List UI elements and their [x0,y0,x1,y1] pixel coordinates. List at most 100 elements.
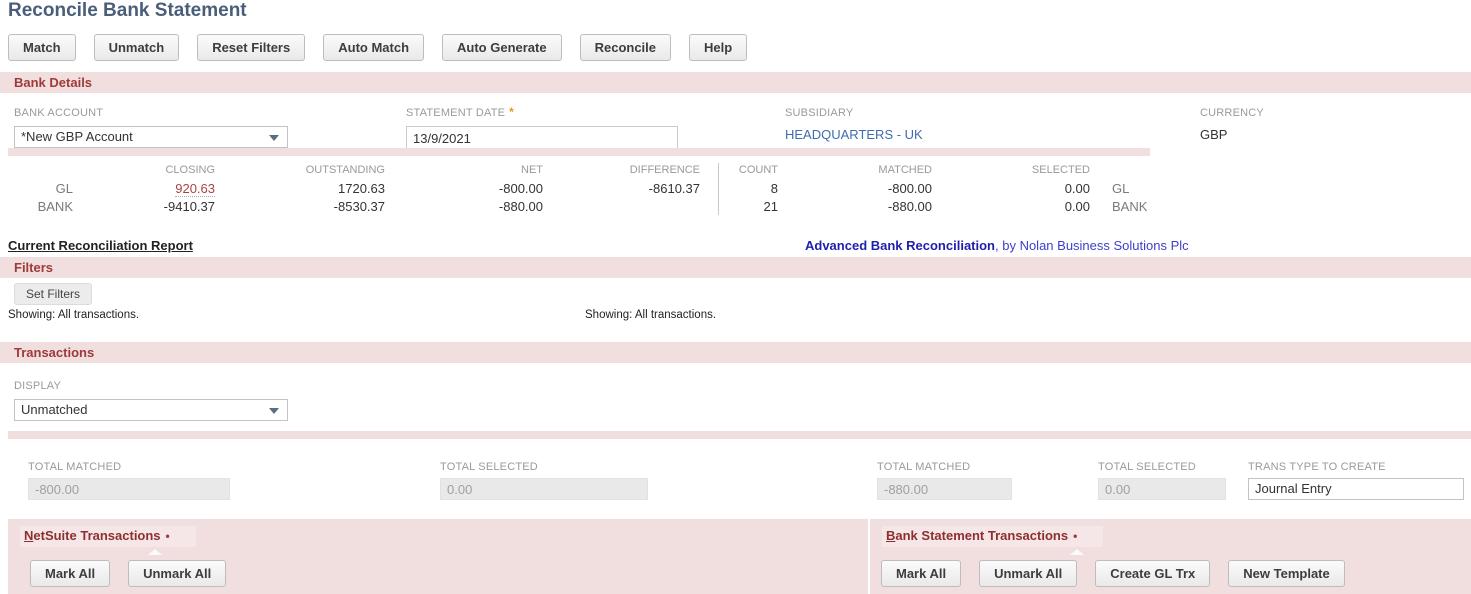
bank-mark-all-button[interactable]: Mark All [881,560,961,587]
advanced-bank-reconciliation-link[interactable]: Advanced Bank Reconciliation [805,238,995,253]
display-select[interactable]: Unmatched [14,399,288,421]
bank-account-value: *New GBP Account [21,129,133,144]
product-credit-suffix: , by Nolan Business Solutions Plc [995,238,1189,253]
unmatch-button[interactable]: Unmatch [94,34,180,61]
bank-total-matched-label: TOTAL MATCHED [877,461,1012,473]
netsuite-mark-all-button[interactable]: Mark All [30,560,110,587]
chevron-down-icon [269,408,279,414]
netsuite-total-matched-field: TOTAL MATCHED [28,461,230,500]
gl-closing-link[interactable]: 920.63 [175,181,215,197]
bank-statement-transactions-title[interactable]: Bank Statement Transactions• [882,526,1103,547]
bank-right-label: BANK [1112,199,1147,214]
gl-outstanding-cell: 1720.63 [265,181,385,196]
gl-count-cell: 8 [698,181,778,196]
bank-net-cell: -880.00 [443,199,543,214]
gl-matched-cell: -800.00 [832,181,932,196]
netsuite-total-selected-input [440,478,648,500]
gl-closing-cell: 920.63 [115,181,215,196]
column-header-selected: SELECTED [990,164,1090,176]
bank-account-select[interactable]: *New GBP Account [14,126,288,148]
new-template-button[interactable]: New Template [1228,560,1344,587]
gl-net-cell: -800.00 [443,181,543,196]
bank-outstanding-cell: -8530.37 [265,199,385,214]
match-button[interactable]: Match [8,34,76,61]
auto-match-button[interactable]: Auto Match [323,34,424,61]
product-credit: Advanced Bank Reconciliation, by Nolan B… [805,238,1189,253]
reset-filters-button[interactable]: Reset Filters [197,34,305,61]
filters-section-header: Filters [0,257,1471,278]
netsuite-total-selected-field: TOTAL SELECTED [440,461,648,500]
collapse-caret-icon [1070,549,1084,555]
display-field: DISPLAY Unmatched [14,376,288,421]
column-header-count: COUNT [698,164,778,176]
toolbar: Match Unmatch Reset Filters Auto Match A… [8,34,747,61]
bank-unmark-all-button[interactable]: Unmark All [979,560,1077,587]
bank-total-selected-field: TOTAL SELECTED [1098,461,1226,500]
trans-type-to-create-field: TRANS TYPE TO CREATE Journal Entry [1248,461,1464,500]
bank-total-selected-label: TOTAL SELECTED [1098,461,1226,473]
divider-strip [8,148,1150,156]
gl-row-label: GL [13,181,73,196]
bank-total-selected-input [1098,478,1226,500]
column-header-difference: DIFFERENCE [580,164,700,176]
column-header-closing: CLOSING [115,164,215,176]
statement-date-input[interactable] [406,126,678,150]
bullet-icon: • [1073,529,1077,543]
subsidiary-link[interactable]: HEADQUARTERS - UK [785,127,923,142]
trans-type-to-create-label: TRANS TYPE TO CREATE [1248,461,1464,473]
currency-label: CURRENCY [1200,107,1264,119]
bank-selected-cell: 0.00 [990,199,1090,214]
trans-type-to-create-select[interactable]: Journal Entry [1248,478,1464,500]
gl-selected-cell: 0.00 [990,181,1090,196]
subsidiary-label: SUBSIDIARY [785,107,853,119]
bank-closing-cell: -9410.37 [115,199,215,214]
netsuite-unmark-all-button[interactable]: Unmark All [128,560,226,587]
netsuite-total-selected-label: TOTAL SELECTED [440,461,648,473]
netsuite-transactions-panel: NetSuite Transactions• Mark All Unmark A… [8,519,868,594]
netsuite-transactions-title[interactable]: NetSuite Transactions• [20,526,196,547]
bank-statement-transactions-panel: Bank Statement Transactions• Mark All Un… [870,519,1471,594]
showing-text-netsuite: Showing: All transactions. [8,309,139,321]
bank-account-label: BANK ACCOUNT [14,107,103,119]
bank-count-cell: 21 [698,199,778,214]
divider-strip [8,431,1471,439]
reconcile-bank-statement-page: Reconcile Bank Statement Match Unmatch R… [0,0,1471,594]
gl-right-label: GL [1112,181,1129,196]
currency-value: GBP [1200,127,1264,142]
bank-total-matched-input [877,478,1012,500]
currency-field: CURRENCY GBP [1200,103,1264,142]
page-title: Reconcile Bank Statement [8,0,247,22]
column-header-outstanding: OUTSTANDING [265,164,385,176]
collapse-caret-icon [148,549,162,555]
bank-panel-buttons: Mark All Unmark All Create GL Trx New Te… [881,560,1345,587]
netsuite-total-matched-label: TOTAL MATCHED [28,461,230,473]
create-gl-trx-button[interactable]: Create GL Trx [1095,560,1210,587]
required-asterisk: * [509,105,514,119]
trans-type-to-create-value: Journal Entry [1255,481,1332,496]
current-reconciliation-report-link[interactable]: Current Reconciliation Report [8,238,193,253]
subsidiary-field: SUBSIDIARY HEADQUARTERS - UK [785,103,923,142]
bank-matched-cell: -880.00 [832,199,932,214]
statement-date-label: STATEMENT DATE [406,107,505,119]
bank-row-label: BANK [13,199,73,214]
display-label: DISPLAY [14,380,61,392]
bullet-icon: • [166,529,170,543]
help-button[interactable]: Help [689,34,747,61]
statement-date-field: STATEMENT DATE * [406,103,678,150]
bank-details-section-header: Bank Details [0,72,1471,93]
chevron-down-icon [269,135,279,141]
gl-difference-cell: -8610.37 [580,181,700,196]
column-header-matched: MATCHED [832,164,932,176]
column-header-net: NET [443,164,543,176]
bank-account-field: BANK ACCOUNT *New GBP Account [14,103,288,148]
set-filters-button[interactable]: Set Filters [14,283,92,305]
reconcile-button[interactable]: Reconcile [580,34,671,61]
display-value: Unmatched [21,402,87,417]
transactions-section-header: Transactions [0,342,1471,363]
summary-table-divider [718,163,719,215]
showing-text-bank: Showing: All transactions. [585,309,716,321]
netsuite-panel-buttons: Mark All Unmark All [30,560,226,587]
auto-generate-button[interactable]: Auto Generate [442,34,562,61]
netsuite-total-matched-input [28,478,230,500]
bank-total-matched-field: TOTAL MATCHED [877,461,1012,500]
